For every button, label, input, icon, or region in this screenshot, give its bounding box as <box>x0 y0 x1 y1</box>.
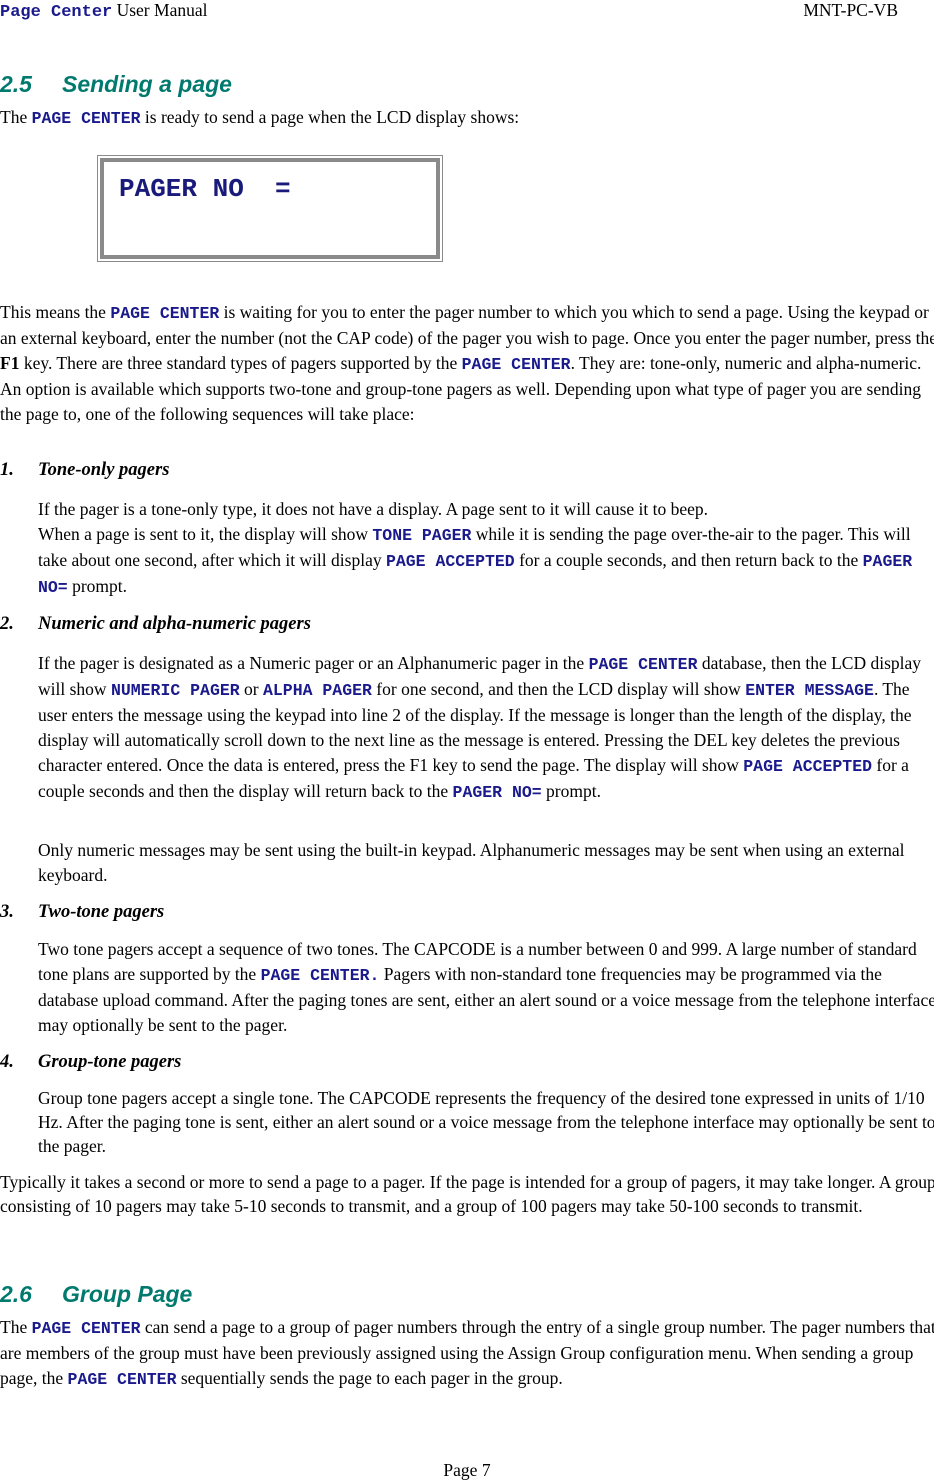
text-run: When a page is sent to it, the display w… <box>38 524 373 544</box>
list-item-title-two-tone: 3. Two-tone pagers <box>0 900 164 924</box>
section-number: 2.6 <box>0 1281 32 1307</box>
code-term: PAGE CENTER <box>31 1319 141 1338</box>
key-name: F1 <box>0 353 20 373</box>
text-run: If the pager is a tone-only type, it doe… <box>38 499 709 519</box>
section-heading-2-5: 2.5 Sending a page <box>0 70 232 98</box>
list-item-paragraph: Group tone pagers accept a single tone. … <box>38 1086 934 1158</box>
section-title: Group Page <box>62 1281 193 1307</box>
code-term: PAGE ACCEPTED <box>743 757 873 776</box>
text-run: The <box>0 1317 32 1337</box>
list-item-paragraph: Only numeric messages may be sent using … <box>38 838 934 888</box>
list-number: 2. <box>0 614 14 634</box>
list-title-text: Two-tone pagers <box>38 902 165 922</box>
text-run: prompt. <box>541 781 601 801</box>
text-run: If the pager is designated as a Numeric … <box>38 653 589 673</box>
text-run: is ready to send a page when the LCD dis… <box>140 107 520 127</box>
code-term: PAGER NO= <box>452 783 542 802</box>
page-number: Page 7 <box>443 1460 491 1480</box>
list-item-title-numeric: 2. Numeric and alpha-numeric pagers <box>0 612 311 636</box>
text-run: for a couple seconds, and then return ba… <box>514 550 863 570</box>
list-title-text: Group-tone pagers <box>38 1052 182 1072</box>
code-term: PAGE CENTER <box>588 655 698 674</box>
section-body: This means the PAGE CENTER is waiting fo… <box>0 300 934 427</box>
lcd-line-1: PAGER NO = <box>119 174 291 204</box>
lcd-display: PAGER NO = <box>97 155 443 262</box>
text-run: or <box>239 679 263 699</box>
code-term: ALPHA PAGER <box>263 681 372 700</box>
list-number: 4. <box>0 1052 14 1072</box>
running-header-left: Page Center User Manual <box>0 0 207 23</box>
text-run: This means the <box>0 302 111 322</box>
list-number: 3. <box>0 902 14 922</box>
text-run: prompt. <box>67 576 128 596</box>
list-item-paragraph: If the pager is designated as a Numeric … <box>38 651 934 805</box>
group-page-body: The PAGE CENTER can send a page to a gro… <box>0 1315 934 1392</box>
section-number: 2.5 <box>0 71 32 97</box>
list-title-text: Numeric and alpha-numeric pagers <box>38 614 311 634</box>
list-item-paragraph: If the pager is a tone-only type, it doe… <box>38 497 934 600</box>
code-term: PAGE ACCEPTED <box>385 552 515 571</box>
code-term: PAGE CENTER <box>110 304 220 323</box>
text-run: Group tone pagers accept a single tone. … <box>38 1088 934 1156</box>
text-run: key. There are three standard types of p… <box>19 353 462 373</box>
list-title-text: Tone-only pagers <box>38 460 170 480</box>
section-title: Sending a page <box>62 71 232 97</box>
text-run: sequentially sends the page to each page… <box>176 1368 563 1388</box>
header-doc-code: MNT-PC-VB <box>803 0 898 20</box>
code-term: NUMERIC PAGER <box>110 681 240 700</box>
code-term: PAGE CENTER <box>31 109 141 128</box>
header-product-name: Page Center <box>0 3 113 22</box>
code-term: PAGE CENTER. <box>260 966 380 985</box>
text-run: Only numeric messages may be sent using … <box>38 840 905 885</box>
code-term: TONE PAGER <box>372 526 472 545</box>
list-item-title-tone-only: 1. Tone-only pagers <box>0 458 169 482</box>
text-run: for one second, and then the LCD display… <box>371 679 746 699</box>
list-number: 1. <box>0 460 14 480</box>
lcd-display-screen: PAGER NO = <box>100 158 440 259</box>
section-heading-2-6: 2.6 Group Page <box>0 1280 192 1308</box>
code-term: PAGE CENTER <box>67 1370 177 1389</box>
section-intro: The PAGE CENTER is ready to send a page … <box>0 105 934 131</box>
list-item-paragraph: Two tone pagers accept a sequence of two… <box>38 937 934 1038</box>
list-item-title-group-tone: 4. Group-tone pagers <box>0 1050 181 1074</box>
closing-paragraph: Typically it takes a second or more to s… <box>0 1170 934 1218</box>
text-run: Typically it takes a second or more to s… <box>0 1172 934 1216</box>
code-term: ENTER MESSAGE <box>745 681 874 700</box>
code-term: PAGE CENTER <box>461 355 571 374</box>
header-title: User Manual <box>112 0 208 20</box>
text-run: The <box>0 107 32 127</box>
